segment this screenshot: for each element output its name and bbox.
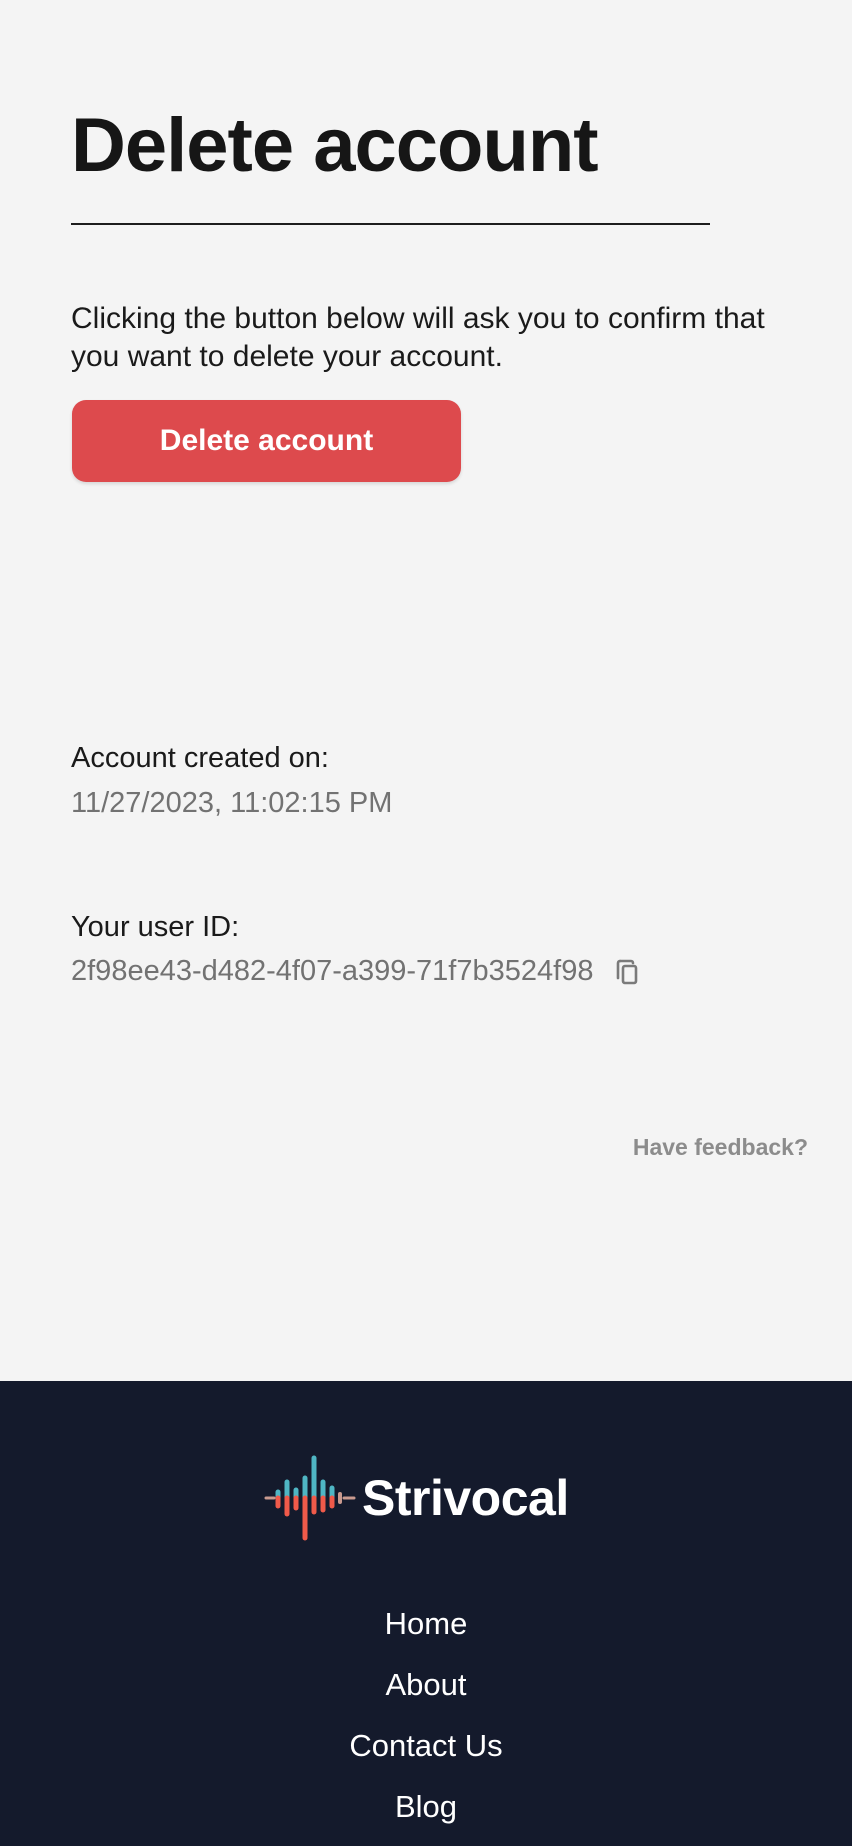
soundwave-logo-icon	[264, 1455, 356, 1541]
feedback-link[interactable]: Have feedback?	[633, 1134, 808, 1161]
page: Delete account Clicking the button below…	[0, 0, 852, 1846]
main-content: Delete account Clicking the button below…	[0, 0, 852, 1381]
copy-icon[interactable]	[611, 956, 643, 988]
footer-nav-item-blog: Blog	[0, 1786, 852, 1846]
footer-nav-item-contact: Contact Us	[0, 1725, 852, 1786]
page-title: Delete account	[71, 103, 599, 188]
footer-link-contact-us[interactable]: Contact Us	[349, 1728, 502, 1763]
delete-account-button[interactable]: Delete account	[72, 400, 461, 482]
title-divider	[71, 223, 710, 225]
footer-brand[interactable]: Strivocal	[262, 1452, 569, 1544]
footer-nav-item-home: Home	[0, 1603, 852, 1664]
user-id-value: 2f98ee43-d482-4f07-a399-71f7b3524f98	[71, 955, 594, 987]
user-id-label: Your user ID:	[71, 911, 240, 943]
footer-nav: Home About Contact Us Blog	[0, 1603, 852, 1846]
footer-link-blog[interactable]: Blog	[395, 1789, 457, 1824]
footer-nav-item-about: About	[0, 1664, 852, 1725]
delete-description: Clicking the button below will ask you t…	[71, 302, 765, 373]
account-created-label: Account created on:	[71, 742, 329, 774]
account-created-value: 11/27/2023, 11:02:15 PM	[71, 787, 393, 819]
brand-name: Strivocal	[362, 1470, 569, 1526]
footer-link-home[interactable]: Home	[385, 1606, 468, 1641]
footer-link-about[interactable]: About	[385, 1667, 466, 1702]
user-id-row: 2f98ee43-d482-4f07-a399-71f7b3524f98	[71, 955, 643, 988]
